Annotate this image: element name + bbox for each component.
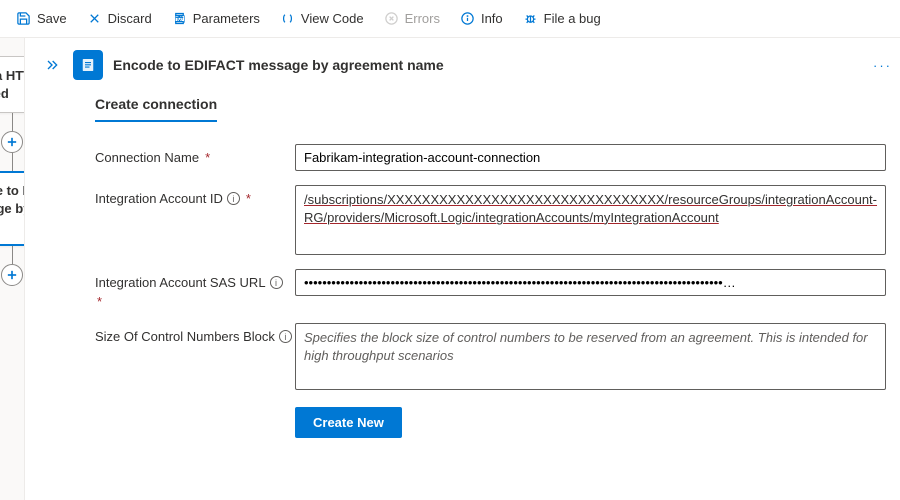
bug-icon	[523, 11, 538, 26]
panel-title: Encode to EDIFACT message by agreement n…	[113, 57, 444, 73]
file-bug-label: File a bug	[544, 11, 601, 26]
field-label: Size Of Control Numbers Block i	[95, 323, 295, 344]
section-tab: Create connection	[95, 96, 217, 122]
connector-line	[12, 153, 13, 171]
parameters-icon: [@]	[172, 11, 187, 26]
step-title: When a HTTP request is received	[0, 67, 24, 102]
parameters-button[interactable]: [@] Parameters	[164, 6, 268, 31]
connection-name-input[interactable]	[295, 144, 886, 171]
connector-line	[12, 246, 13, 264]
more-menu-button[interactable]: ···	[867, 56, 898, 75]
field-integration-account-id: Integration Account ID i * /subscription…	[95, 185, 886, 255]
info-icon[interactable]: i	[270, 276, 283, 289]
info-label: Info	[481, 11, 503, 26]
svg-text:[@]: [@]	[174, 16, 185, 23]
info-button[interactable]: Info	[452, 6, 511, 31]
step-title: Encode to EDIFACT message by agreement n…	[0, 182, 24, 235]
field-block-size: Size Of Control Numbers Block i	[95, 323, 886, 393]
code-icon	[280, 11, 295, 26]
sas-url-input[interactable]	[295, 269, 886, 296]
required-marker: *	[246, 191, 251, 206]
save-button[interactable]: Save	[8, 6, 75, 31]
errors-icon	[384, 11, 399, 26]
field-label: Integration Account SAS URL i *	[95, 269, 295, 309]
file-bug-button[interactable]: File a bug	[515, 6, 609, 31]
save-label: Save	[37, 11, 67, 26]
edifact-icon	[73, 50, 103, 80]
add-step-button[interactable]	[1, 264, 23, 286]
workspace: When a HTTP request is received Encode t…	[0, 38, 900, 500]
panel-body: Create connection Connection Name* Integ…	[25, 90, 900, 500]
view-code-button[interactable]: View Code	[272, 6, 372, 31]
cta-row: Create New	[95, 407, 886, 438]
field-label: Connection Name*	[95, 144, 295, 165]
panel-header: Encode to EDIFACT message by agreement n…	[25, 38, 900, 90]
errors-button: Errors	[376, 6, 448, 31]
field-sas-url: Integration Account SAS URL i *	[95, 269, 886, 309]
info-icon	[460, 11, 475, 26]
add-step-button[interactable]	[1, 131, 23, 153]
required-marker: *	[205, 150, 210, 165]
step-edifact-encode[interactable]: Encode to EDIFACT message by agreement n…	[0, 171, 24, 246]
discard-icon	[87, 11, 102, 26]
save-icon	[16, 11, 31, 26]
discard-label: Discard	[108, 11, 152, 26]
block-size-input[interactable]	[295, 323, 886, 390]
detail-panel: Encode to EDIFACT message by agreement n…	[24, 38, 900, 500]
info-icon[interactable]: i	[279, 330, 292, 343]
create-new-button[interactable]: Create New	[295, 407, 402, 438]
parameters-label: Parameters	[193, 11, 260, 26]
field-label: Integration Account ID i *	[95, 185, 295, 206]
errors-label: Errors	[405, 11, 440, 26]
top-toolbar: Save Discard [@] Parameters View Code Er…	[0, 0, 900, 38]
designer-canvas[interactable]: When a HTTP request is received Encode t…	[0, 38, 24, 500]
discard-button[interactable]: Discard	[79, 6, 160, 31]
view-code-label: View Code	[301, 11, 364, 26]
collapse-panel-button[interactable]	[41, 54, 63, 76]
field-connection-name: Connection Name*	[95, 144, 886, 171]
info-icon[interactable]: i	[227, 192, 240, 205]
connector-line	[12, 113, 13, 131]
step-http-trigger[interactable]: When a HTTP request is received	[0, 56, 24, 113]
integration-account-id-input[interactable]: /subscriptions/XXXXXXXXXXXXXXXXXXXXXXXXX…	[295, 185, 886, 255]
required-marker: *	[97, 294, 102, 309]
